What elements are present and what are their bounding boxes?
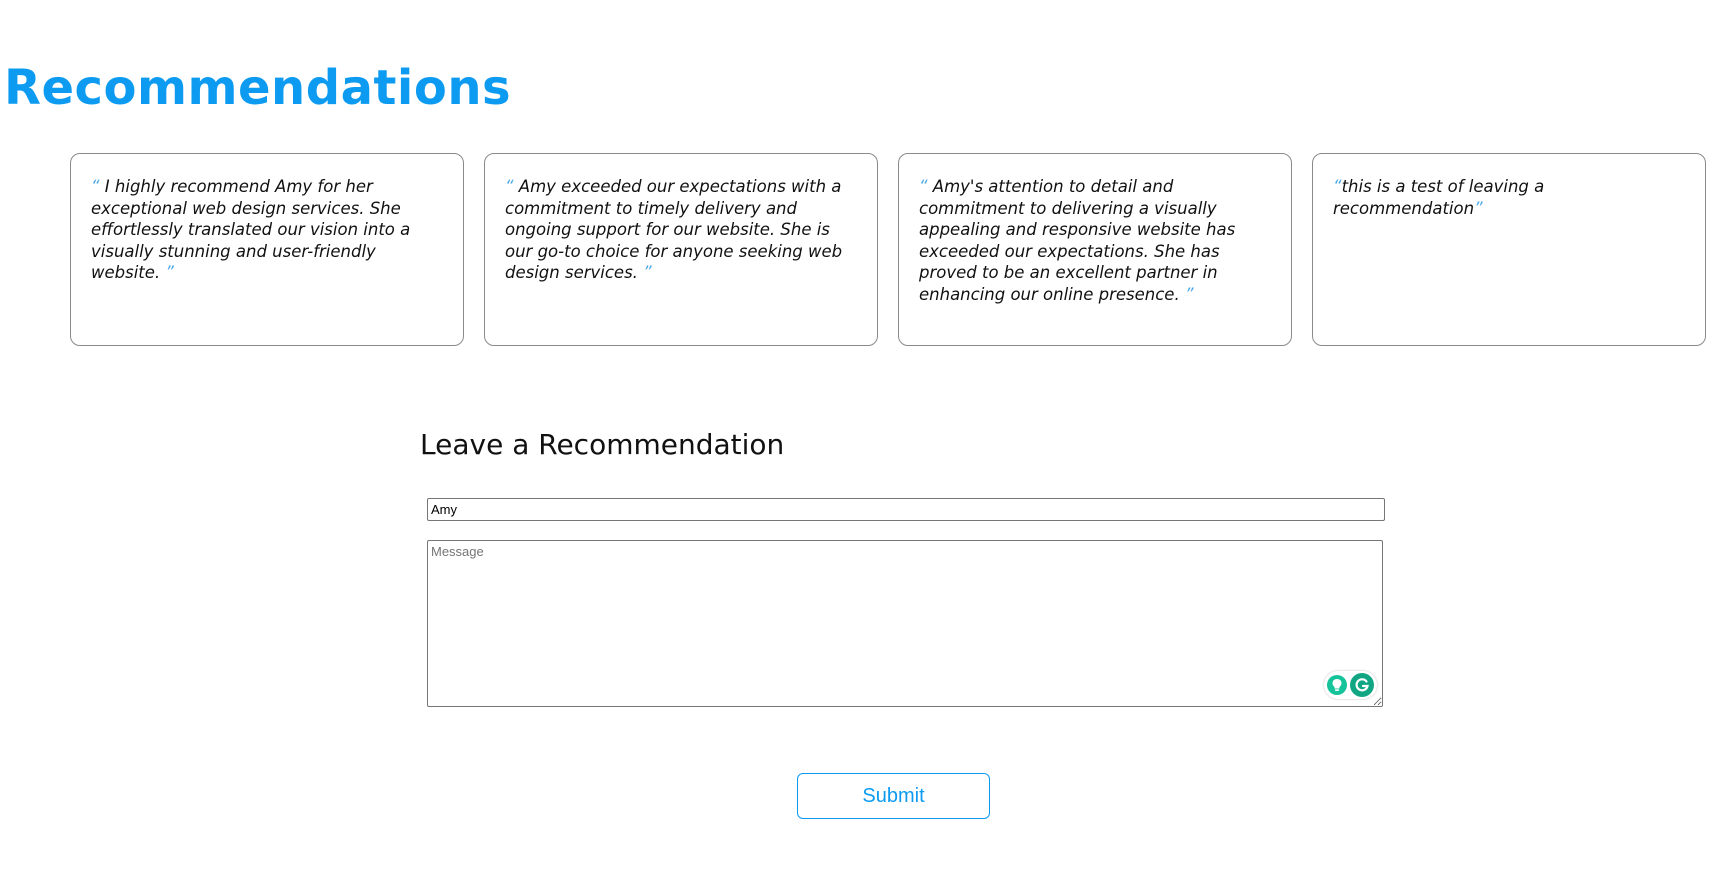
message-textarea[interactable]	[427, 540, 1383, 707]
close-quote-icon: ”	[1474, 198, 1483, 218]
name-input[interactable]	[427, 498, 1385, 521]
recommendation-text: Amy exceeded our expectations with a com…	[505, 177, 843, 282]
grammarly-g-icon[interactable]	[1350, 673, 1374, 697]
recommendation-cards: “ I highly recommend Amy for her excepti…	[70, 153, 1706, 346]
recommendation-text: I highly recommend Amy for her exception…	[91, 177, 411, 282]
recommendation-card: “ I highly recommend Amy for her excepti…	[70, 153, 464, 346]
recommendation-card: “ Amy exceeded our expectations with a c…	[484, 153, 878, 346]
close-quote-icon: ”	[165, 263, 174, 282]
grammarly-widget[interactable]	[1324, 671, 1377, 699]
form-title: Leave a Recommendation	[420, 428, 785, 461]
page-title: Recommendations	[4, 60, 512, 116]
recommendation-text: this is a test of leaving a recommendati…	[1333, 177, 1545, 218]
message-field-wrapper	[427, 540, 1383, 707]
open-quote-icon: “	[91, 177, 100, 196]
open-quote-icon: “	[1333, 177, 1342, 196]
grammarly-g-svg	[1355, 678, 1369, 692]
open-quote-icon: “	[505, 177, 514, 196]
lightbulb-icon[interactable]	[1327, 675, 1347, 695]
submit-button[interactable]: Submit	[797, 773, 990, 819]
page: Recommendations “ I highly recommend Amy…	[0, 0, 1721, 883]
open-quote-icon: “	[919, 177, 928, 196]
recommendation-card: “ Amy's attention to detail and commitme…	[898, 153, 1292, 346]
lightbulb-svg	[1332, 679, 1342, 691]
close-quote-icon: ”	[643, 263, 652, 282]
close-quote-icon: ”	[1184, 284, 1194, 304]
recommendation-card: “this is a test of leaving a recommendat…	[1312, 153, 1706, 346]
